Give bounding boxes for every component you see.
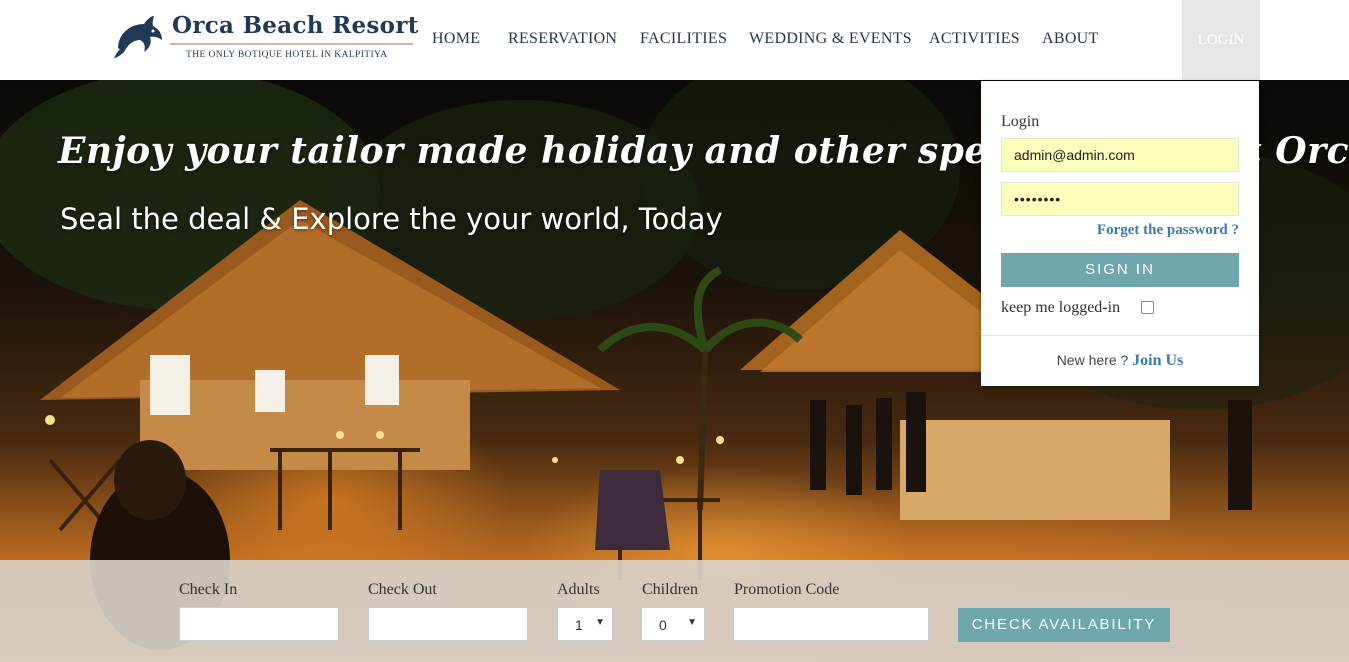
hero-subtitle: Seal the deal & Explore the your world, … — [60, 202, 723, 236]
new-here-text: New here ? — [1056, 352, 1133, 368]
adults-label: Adults — [557, 581, 600, 598]
forgot-password-link[interactable]: Forget the password ? — [1097, 222, 1239, 239]
dolphin-icon — [114, 16, 162, 58]
check-out-label: Check Out — [368, 581, 437, 598]
nav-item-wedding-events[interactable]: WEDDING & EVENTS — [749, 30, 912, 48]
login-title: Login — [1001, 113, 1040, 130]
promo-code-label: Promotion Code — [734, 581, 840, 598]
adults-select[interactable]: 1 ▼ — [557, 607, 613, 641]
children-value: 0 — [659, 617, 667, 633]
nav-item-about[interactable]: ABOUT — [1042, 30, 1099, 48]
nav-item-activities[interactable]: ACTIVITIES — [929, 30, 1020, 48]
booking-form: Check In Check Out Adults 1 ▼ Children 0… — [0, 560, 1349, 662]
adults-value: 1 — [575, 617, 583, 633]
check-in-label: Check In — [179, 581, 238, 598]
chevron-down-icon: ▼ — [595, 617, 605, 628]
keep-logged-in-checkbox[interactable] — [1141, 301, 1154, 314]
nav-item-facilities[interactable]: FACILITIES — [640, 30, 727, 48]
promo-code-input[interactable] — [733, 607, 929, 641]
chevron-down-icon: ▼ — [687, 617, 697, 628]
check-out-input[interactable] — [368, 607, 528, 641]
brand-tagline: THE ONLY BOTIQUE HOTEL IN KALPITIYA — [186, 50, 388, 60]
email-field[interactable]: admin@admin.com — [1001, 138, 1239, 172]
children-label: Children — [642, 581, 698, 598]
login-divider — [981, 335, 1259, 336]
brand-divider — [170, 43, 413, 45]
brand-title: Orca Beach Resort — [172, 12, 419, 39]
login-tab[interactable]: LOGIN — [1182, 0, 1260, 80]
check-in-input[interactable] — [179, 607, 339, 641]
nav-item-reservation[interactable]: RESERVATION — [508, 30, 617, 48]
sign-in-button[interactable]: SIGN IN — [1001, 253, 1239, 287]
check-availability-button[interactable]: CHECK AVAILABILITY — [958, 608, 1170, 642]
join-us-link[interactable]: Join Us — [1132, 352, 1183, 369]
password-field[interactable]: •••••••• — [1001, 182, 1239, 216]
site-header: Orca Beach Resort THE ONLY BOTIQUE HOTEL… — [0, 0, 1349, 80]
children-select[interactable]: 0 ▼ — [641, 607, 705, 641]
login-dropdown: Login admin@admin.com •••••••• Forget th… — [981, 81, 1259, 386]
signup-prompt: New here ? Join Us — [981, 352, 1259, 370]
keep-logged-in-label: keep me logged-in — [1001, 299, 1121, 316]
nav-item-home[interactable]: HOME — [432, 30, 480, 48]
site-logo[interactable]: Orca Beach Resort THE ONLY BOTIQUE HOTEL… — [112, 12, 418, 64]
